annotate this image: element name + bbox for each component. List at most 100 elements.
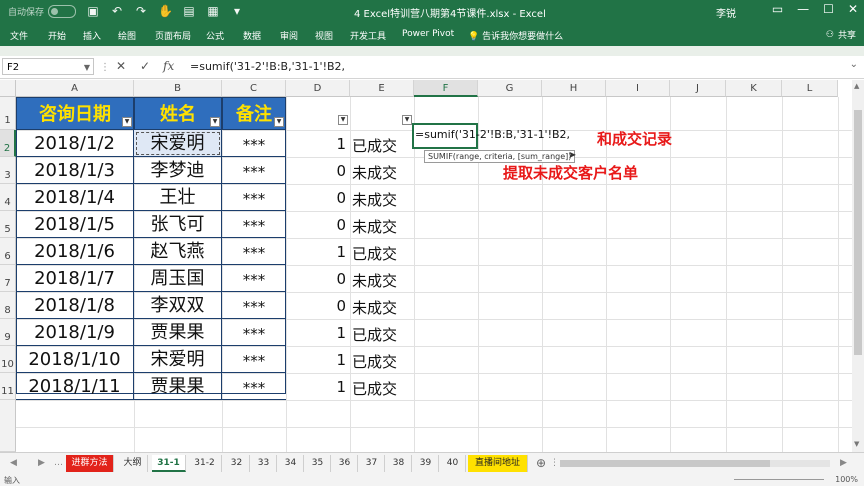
scroll-right-icon[interactable]: ▶	[840, 458, 847, 468]
column-header-d[interactable]: D	[286, 80, 350, 97]
vertical-scrollbar[interactable]: ▲ ▼	[852, 80, 864, 452]
redo-icon[interactable]: ↷	[134, 4, 148, 18]
cell-notes[interactable]: ***	[222, 130, 286, 157]
cell-name[interactable]: 赵飞燕	[134, 238, 222, 265]
sheet-tab-31-2[interactable]: 31-2	[188, 455, 222, 472]
more-sheets-icon[interactable]: …	[54, 458, 63, 468]
column-header-k[interactable]: K	[726, 80, 782, 97]
cell-notes[interactable]: ***	[222, 265, 286, 292]
save-icon[interactable]: ▣	[86, 4, 100, 18]
tab-developer[interactable]: 开发工具	[350, 29, 386, 42]
select-all-corner[interactable]	[0, 80, 16, 97]
cell-flag[interactable]: 0	[300, 297, 346, 315]
row-header-7[interactable]: 7	[0, 265, 16, 292]
cell-name[interactable]: 李双双	[134, 292, 222, 319]
autosave[interactable]: 自动保存	[8, 4, 77, 18]
cell-notes[interactable]: ***	[222, 238, 286, 265]
sheet-tab-live-address[interactable]: 直播间地址	[468, 455, 528, 472]
touch-mode-icon[interactable]: ✋	[158, 4, 173, 18]
cell-status[interactable]: 未成交	[352, 162, 397, 183]
ribbon-display-icon[interactable]: ▭	[772, 2, 783, 16]
cell-date[interactable]: 2018/1/3	[16, 157, 134, 184]
tab-review[interactable]: 审阅	[280, 29, 298, 42]
name-box[interactable]: F2 ▼	[2, 58, 94, 75]
column-header-j[interactable]: J	[670, 80, 726, 97]
filter-dropdown-icon[interactable]: ▼	[402, 115, 412, 125]
next-sheet-icon[interactable]: ▶	[38, 458, 45, 468]
column-header-g[interactable]: G	[478, 80, 542, 97]
cell-notes[interactable]: ***	[222, 292, 286, 319]
cell-flag[interactable]: 1	[300, 243, 346, 261]
cell-notes[interactable]: ***	[222, 211, 286, 238]
cell-name[interactable]: 王壮	[134, 184, 222, 211]
prev-sheet-icon[interactable]: ◀	[10, 458, 17, 468]
cell-flag[interactable]: 1	[300, 351, 346, 369]
customize-qa-icon[interactable]: ▾	[230, 4, 244, 18]
cell-date[interactable]: 2018/1/7	[16, 265, 134, 292]
tab-file[interactable]: 文件	[10, 29, 28, 42]
cell-name[interactable]: 周玉国	[134, 265, 222, 292]
tab-view[interactable]: 视图	[315, 29, 333, 42]
sheet-tab-34[interactable]: 34	[278, 455, 304, 472]
cell-status[interactable]: 未成交	[352, 270, 397, 291]
row-header-5[interactable]: 5	[0, 211, 16, 238]
cell-date[interactable]: 2018/1/9	[16, 319, 134, 346]
cell-flag[interactable]: 1	[300, 324, 346, 342]
cell-date[interactable]: 2018/1/8	[16, 292, 134, 319]
undo-icon[interactable]: ↶	[110, 4, 124, 18]
cell-status[interactable]: 已成交	[352, 243, 397, 264]
tab-draw[interactable]: 绘图	[118, 29, 136, 42]
column-header-b[interactable]: B	[134, 80, 222, 97]
sheet-tab-36[interactable]: 36	[332, 455, 358, 472]
tab-insert[interactable]: 插入	[83, 29, 101, 42]
cell-flag[interactable]: 1	[300, 135, 346, 153]
cell-notes[interactable]: ***	[222, 346, 286, 373]
cell-notes[interactable]: ***	[222, 157, 286, 184]
cell-status[interactable]: 未成交	[352, 216, 397, 237]
cell-status[interactable]: 已成交	[352, 324, 397, 345]
sheet-tab-37[interactable]: 37	[359, 455, 385, 472]
cell-name[interactable]: 宋爱明	[134, 346, 222, 373]
add-sheet-icon[interactable]: ⊕	[536, 456, 546, 470]
cell-notes[interactable]: ***	[222, 319, 286, 346]
sheet-tab-40[interactable]: 40	[440, 455, 466, 472]
sheet-tab-39[interactable]: 39	[413, 455, 439, 472]
tab-home[interactable]: 开始	[48, 29, 66, 42]
sheet-tab-31-1[interactable]: 31-1	[152, 455, 186, 472]
row-header-8[interactable]: 8	[0, 292, 16, 319]
tab-page-layout[interactable]: 页面布局	[155, 29, 191, 42]
column-header-a[interactable]: A	[16, 80, 134, 97]
sheet-tab-38[interactable]: 38	[386, 455, 412, 472]
row-header-1[interactable]: 1	[0, 97, 16, 130]
column-header-h[interactable]: H	[542, 80, 606, 97]
row-header-10[interactable]: 10	[0, 346, 16, 373]
row-header-4[interactable]: 4	[0, 184, 16, 211]
cell-status[interactable]: 已成交	[352, 135, 397, 156]
share-button[interactable]: ⚇ 共享	[826, 28, 856, 42]
horizontal-scrollbar[interactable]	[560, 460, 830, 467]
sheet-tab-join-group[interactable]: 进群方法	[66, 455, 114, 472]
cell-notes[interactable]: ***	[222, 184, 286, 211]
enter-icon[interactable]: ✓	[140, 59, 150, 73]
column-header-f[interactable]: F	[414, 80, 478, 97]
tell-me-box[interactable]: 💡 告诉我你想要做什么	[468, 29, 563, 42]
row-header-3[interactable]: 3	[0, 157, 16, 184]
cell-status[interactable]: 已成交	[352, 351, 397, 372]
cell-name[interactable]: 李梦迪	[134, 157, 222, 184]
cancel-icon[interactable]: ✕	[116, 59, 126, 73]
cell-date[interactable]: 2018/1/5	[16, 211, 134, 238]
tab-power-pivot[interactable]: Power Pivot	[402, 29, 454, 39]
scroll-thumb[interactable]	[560, 460, 770, 467]
scroll-down-icon[interactable]: ▼	[854, 440, 859, 448]
scroll-up-icon[interactable]: ▲	[854, 82, 859, 90]
row-header-6[interactable]: 6	[0, 238, 16, 265]
worksheet-grid[interactable]: A B C D E F G H I J K L 1 2 3 4 5 6 7 8 …	[0, 80, 852, 452]
cell-flag[interactable]: 0	[300, 162, 346, 180]
row-header-11[interactable]: 11	[0, 373, 16, 400]
cell-date[interactable]: 2018/1/6	[16, 238, 134, 265]
cell-name[interactable]: 贾果果	[134, 373, 222, 400]
cell-edit-text[interactable]: =sumif('31-2'!B:B,'31-1'!B2,	[415, 128, 570, 141]
format-icon[interactable]: ▤	[182, 4, 196, 18]
sheet-tab-35[interactable]: 35	[305, 455, 331, 472]
cell-date[interactable]: 2018/1/11	[16, 373, 134, 400]
